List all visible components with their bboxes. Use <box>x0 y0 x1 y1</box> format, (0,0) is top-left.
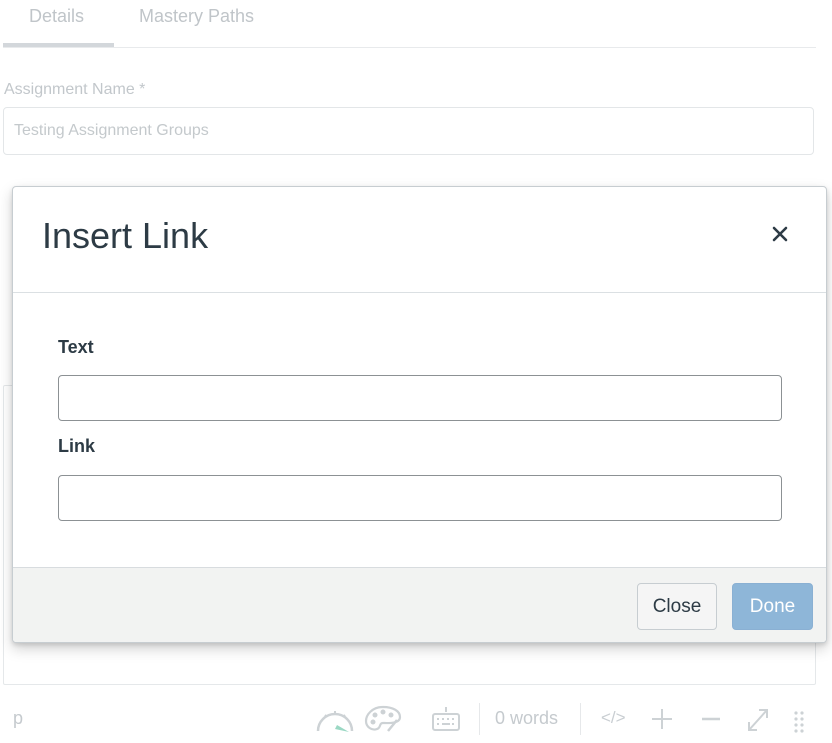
statusbar-divider <box>479 703 480 735</box>
resize-handle-icon[interactable] <box>792 705 806 738</box>
tab-mastery-paths[interactable]: Mastery Paths <box>139 6 254 27</box>
zoom-out-icon[interactable] <box>700 705 722 738</box>
text-field-label: Text <box>58 337 94 357</box>
word-count: 0 words <box>495 708 559 728</box>
statusbar-divider <box>580 703 581 735</box>
close-button[interactable]: Close <box>637 583 717 630</box>
dialog-footer: Close Done <box>13 567 826 642</box>
accessibility-checker-icon[interactable] <box>315 705 355 738</box>
link-text-input[interactable] <box>58 375 782 421</box>
element-path[interactable]: p <box>13 708 23 729</box>
link-url-input[interactable] <box>58 475 782 521</box>
link-field-label: Link <box>58 436 96 456</box>
html-editor-toggle[interactable]: </> <box>601 708 626 728</box>
done-button[interactable]: Done <box>732 583 813 630</box>
palette-icon[interactable] <box>364 705 402 738</box>
zoom-in-icon[interactable] <box>650 705 674 738</box>
tab-bar: Details Mastery Paths <box>3 0 816 48</box>
close-icon[interactable] <box>769 223 791 245</box>
fullscreen-icon[interactable] <box>746 705 770 738</box>
tab-details[interactable]: Details <box>29 6 84 27</box>
dialog-header: Insert Link <box>13 187 826 293</box>
keyboard-icon[interactable] <box>431 705 461 738</box>
assignment-name-label: Assignment Name * <box>4 81 146 98</box>
dialog-title: Insert Link <box>42 215 209 256</box>
active-tab-indicator <box>3 43 114 47</box>
insert-link-dialog: Insert Link Text Link Close Done <box>12 186 827 643</box>
assignment-name-input[interactable]: Testing Assignment Groups <box>3 107 814 155</box>
